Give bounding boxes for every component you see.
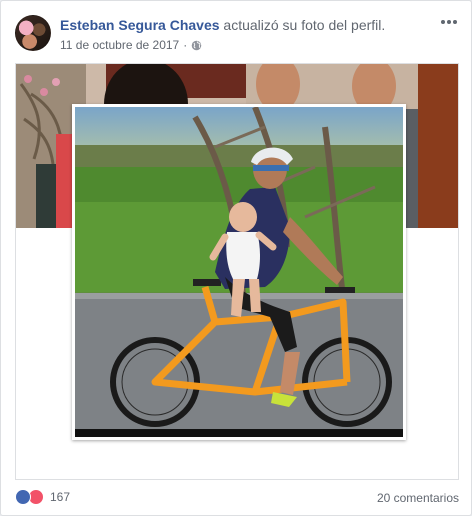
- comments-link[interactable]: 20 comentarios: [377, 491, 459, 505]
- author-link[interactable]: Esteban Segura Chaves: [60, 17, 220, 33]
- profile-photo[interactable]: [75, 107, 403, 437]
- like-icon: [15, 489, 31, 505]
- post-meta: 11 de octubre de 2017 ·: [60, 38, 202, 52]
- globe-icon[interactable]: [191, 40, 202, 51]
- post-action-text: actualizó su foto del perfil.: [223, 17, 386, 33]
- post-footer: 167 20 comentarios: [15, 487, 459, 509]
- more-options-icon[interactable]: [439, 15, 459, 29]
- post-title: Esteban Segura Chaves actualizó su foto …: [60, 17, 385, 33]
- meta-separator: ·: [183, 38, 188, 52]
- post-date[interactable]: 11 de octubre de 2017: [60, 38, 179, 52]
- post-card: Esteban Segura Chaves actualizó su foto …: [0, 0, 472, 516]
- profile-photo-update[interactable]: [15, 63, 459, 480]
- reactions-summary[interactable]: 167: [15, 489, 70, 505]
- reaction-count: 167: [50, 490, 71, 504]
- post-header: Esteban Segura Chaves actualizó su foto …: [15, 15, 461, 55]
- profile-photo-frame: [72, 104, 406, 440]
- avatar[interactable]: [15, 15, 51, 51]
